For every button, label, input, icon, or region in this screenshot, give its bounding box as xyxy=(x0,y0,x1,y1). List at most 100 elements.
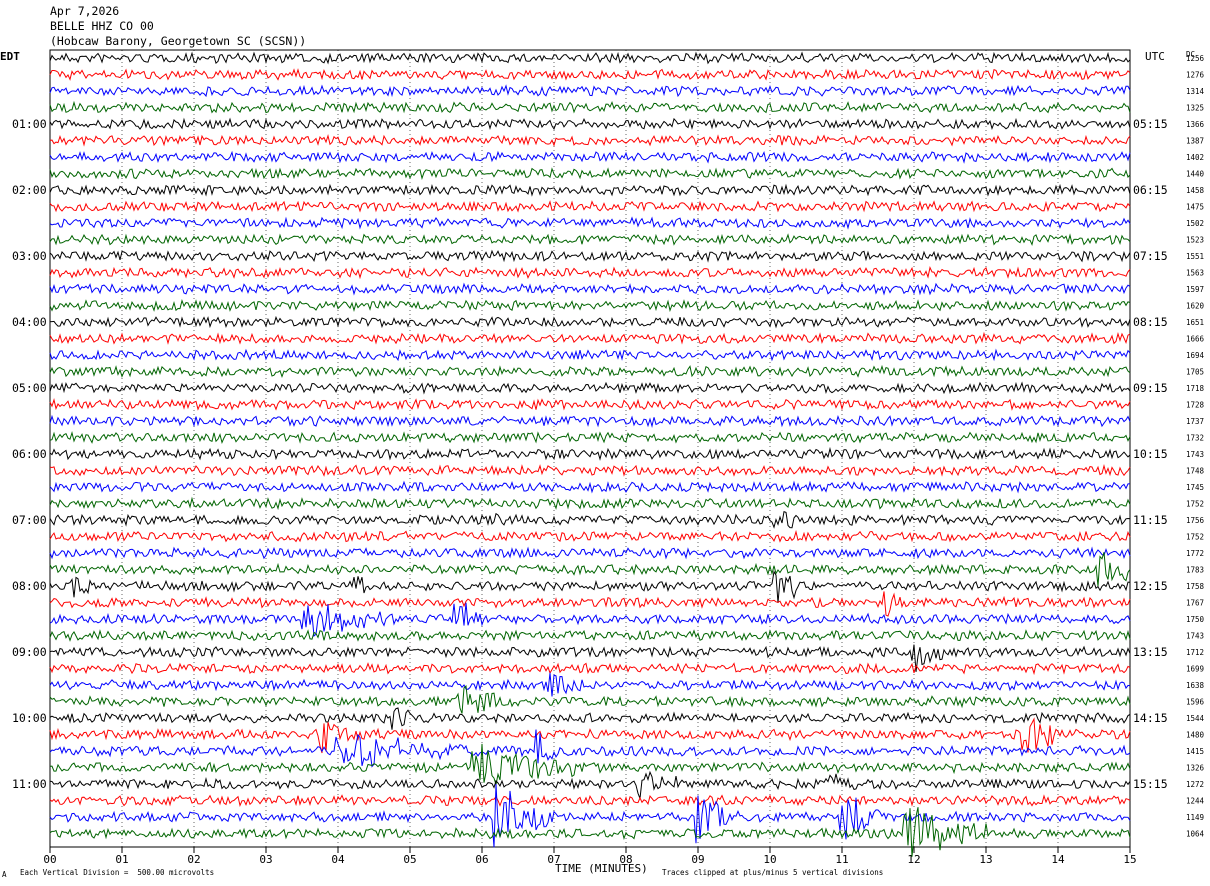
trace-row xyxy=(49,446,1131,461)
row-dc-value: 1325 xyxy=(1186,104,1204,113)
row-dc-value: 1772 xyxy=(1186,549,1204,558)
trace-row xyxy=(49,233,1131,246)
trace-row xyxy=(49,299,1131,313)
row-dc-value: 1752 xyxy=(1186,533,1204,542)
row-dc-value: 1480 xyxy=(1186,731,1205,740)
trace-row xyxy=(49,348,1131,362)
row-dc-value: 1620 xyxy=(1186,302,1205,311)
x-tick-label: 00 xyxy=(43,853,56,866)
left-hour-label: 10:00 xyxy=(12,711,47,725)
clip-note: Traces clipped at plus/minus 5 vertical … xyxy=(662,868,884,877)
trace-row xyxy=(49,266,1131,280)
right-hour-label: 09:15 xyxy=(1133,381,1168,395)
row-dc-value: 1597 xyxy=(1186,285,1204,294)
row-dc-value: 1256 xyxy=(1186,54,1205,63)
row-dc-value: 1705 xyxy=(1186,368,1204,377)
row-dc-value: 1756 xyxy=(1186,516,1205,525)
trace-row xyxy=(49,315,1131,329)
row-dc-value: 1743 xyxy=(1186,450,1204,459)
row-dc-value: 1387 xyxy=(1186,137,1204,146)
trace-row xyxy=(49,183,1131,197)
trace-row xyxy=(49,167,1131,180)
trace-row xyxy=(49,133,1131,147)
x-tick-label: 02 xyxy=(187,853,200,866)
right-hour-label: 12:15 xyxy=(1133,579,1168,593)
trace-row xyxy=(49,249,1131,263)
x-tick-label: 14 xyxy=(1051,853,1065,866)
trace-row xyxy=(49,364,1131,378)
trace-row xyxy=(49,331,1131,345)
right-hour-label: 15:15 xyxy=(1133,777,1168,791)
row-dc-value: 1699 xyxy=(1186,665,1204,674)
row-dc-value: 1458 xyxy=(1186,186,1205,195)
trace-row xyxy=(49,282,1131,296)
left-hour-label: 02:00 xyxy=(12,183,47,197)
row-dc-value: 1712 xyxy=(1186,648,1204,657)
x-tick-label: 10 xyxy=(763,853,776,866)
trace-row xyxy=(49,117,1131,130)
x-tick-label: 06 xyxy=(475,853,488,866)
row-dc-value: 1728 xyxy=(1186,401,1205,410)
row-dc-value: 1502 xyxy=(1186,219,1204,228)
right-hour-label: 13:15 xyxy=(1133,645,1168,659)
trace-row xyxy=(49,770,1131,799)
trace-row xyxy=(49,381,1131,395)
row-dc-value: 1718 xyxy=(1186,384,1205,393)
scale-note: Each Vertical Division = 500.00 microvol… xyxy=(20,868,215,877)
row-dc-value: 1544 xyxy=(1186,714,1205,723)
x-tick-label: 15 xyxy=(1123,853,1136,866)
x-tick-label: 01 xyxy=(115,853,128,866)
left-hour-label: 04:00 xyxy=(12,315,47,329)
x-tick-label: 09 xyxy=(691,853,704,866)
trace-row xyxy=(49,200,1131,213)
trace-row xyxy=(49,216,1131,230)
row-dc-value: 1314 xyxy=(1186,87,1205,96)
row-dc-value: 1402 xyxy=(1186,153,1204,162)
seismogram-plot: 00 01 02 03 04 05 06 07 08 09 10 11 12 13 14 1512561276… xyxy=(12,49,1205,866)
x-tick-label: 03 xyxy=(259,853,272,866)
trace-row xyxy=(49,431,1131,445)
row-dc-value: 1750 xyxy=(1186,615,1205,624)
row-dc-value: 1732 xyxy=(1186,434,1204,443)
trace-row xyxy=(49,100,1131,114)
row-dc-value: 1551 xyxy=(1186,252,1204,261)
left-hour-label: 07:00 xyxy=(12,513,47,527)
trace-row xyxy=(49,552,1131,587)
trace-row xyxy=(49,529,1131,543)
row-dc-value: 1638 xyxy=(1186,681,1205,690)
row-dc-value: 1666 xyxy=(1186,335,1205,344)
row-dc-value: 1596 xyxy=(1186,698,1205,707)
row-dc-value: 1758 xyxy=(1186,582,1205,591)
row-dc-value: 1694 xyxy=(1186,351,1205,360)
right-hour-label: 06:15 xyxy=(1133,183,1168,197)
row-dc-value: 1737 xyxy=(1186,417,1204,426)
corner-mark: A xyxy=(2,870,7,879)
left-hour-label: 09:00 xyxy=(12,645,47,659)
trace-row xyxy=(49,414,1131,428)
row-dc-value: 1523 xyxy=(1186,236,1204,245)
trace-row xyxy=(49,629,1131,643)
trace-row xyxy=(49,511,1131,529)
trace-row xyxy=(49,602,1131,637)
x-axis-label: TIME (MINUTES) xyxy=(555,862,648,875)
trace-row xyxy=(49,150,1131,164)
right-hour-label: 08:15 xyxy=(1133,315,1168,329)
trace-row xyxy=(49,463,1131,477)
left-hour-label: 06:00 xyxy=(12,447,47,461)
trace-row xyxy=(49,546,1131,560)
x-tick-label: 12 xyxy=(907,853,920,866)
x-tick-label: 13 xyxy=(979,853,992,866)
trace-row xyxy=(49,743,1131,785)
row-dc-value: 1149 xyxy=(1186,813,1204,822)
trace-row xyxy=(49,729,1131,768)
row-dc-value: 1745 xyxy=(1186,483,1204,492)
plot-frame xyxy=(49,49,1131,848)
x-tick-label: 05 xyxy=(403,853,416,866)
right-hour-label: 05:15 xyxy=(1133,117,1168,131)
trace-row xyxy=(49,570,1131,604)
trace-row xyxy=(49,591,1131,617)
row-dc-value: 1563 xyxy=(1186,269,1204,278)
row-dc-value: 1752 xyxy=(1186,500,1204,509)
row-dc-value: 1272 xyxy=(1186,780,1204,789)
trace-row xyxy=(49,398,1131,411)
